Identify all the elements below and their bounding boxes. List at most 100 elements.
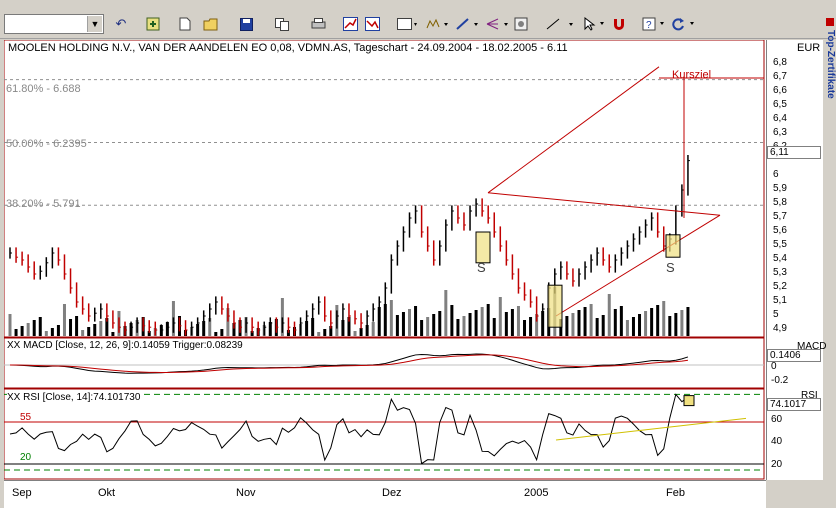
price-tick: 6 — [773, 169, 779, 180]
volume-bar — [650, 308, 654, 336]
copy-icon[interactable] — [272, 14, 292, 34]
volume-bar — [341, 320, 345, 336]
new-doc-icon[interactable] — [176, 14, 194, 34]
volume-bar — [87, 327, 91, 336]
currency-label: EUR — [797, 42, 821, 54]
fork-icon[interactable] — [484, 14, 512, 34]
price-panel-border — [4, 40, 765, 338]
trendline-lower — [555, 214, 721, 317]
rsi-axis-40: 40 — [771, 436, 783, 447]
fib-level-50: 50.00% - 6.2395 — [6, 138, 87, 150]
volume-bar — [353, 331, 357, 336]
back-icon[interactable]: ↶ — [112, 14, 130, 34]
close-icon[interactable] — [826, 18, 834, 26]
reload-icon[interactable] — [670, 14, 698, 34]
volume-bar — [432, 314, 436, 336]
trendline-upper — [487, 192, 721, 216]
volume-bar — [468, 313, 472, 336]
time-label-2005: 2005 — [524, 487, 549, 499]
price-tick: 5,8 — [773, 197, 787, 208]
volume-bar — [680, 310, 684, 336]
macd-label: XX MACD [Close, 12, 26, 9]:0.14059 Trigg… — [7, 340, 243, 351]
rsi-highlight-box — [683, 395, 695, 407]
refresh-icon[interactable] — [144, 14, 162, 34]
chart-next-icon[interactable] — [362, 14, 382, 34]
volume-bar — [644, 311, 648, 336]
volume-bar — [613, 309, 617, 336]
volume-bar — [631, 317, 635, 336]
kursziel-label: Kursziel — [672, 69, 712, 81]
volume-bar — [638, 314, 642, 336]
volume-bar — [492, 318, 496, 336]
volume-bar — [26, 323, 30, 336]
chart-prev-icon[interactable] — [340, 14, 360, 34]
volume-bar — [619, 306, 623, 336]
pattern-label-s1: S — [477, 260, 486, 275]
volume-bar — [99, 321, 103, 336]
rsi-axis-20: 20 — [771, 459, 783, 470]
volume-bar — [662, 301, 666, 336]
indicator-icon[interactable] — [424, 14, 452, 34]
volume-bar — [462, 316, 466, 336]
volume-bar — [214, 332, 218, 336]
volume-bar — [456, 319, 460, 336]
settings-icon[interactable] — [512, 14, 530, 34]
save-icon[interactable] — [236, 14, 256, 34]
price-tick: 5,3 — [773, 267, 787, 278]
volume-bar — [601, 315, 605, 336]
volume-bar — [529, 317, 533, 336]
chart-canvas[interactable] — [4, 40, 766, 480]
volume-bar — [504, 312, 508, 336]
macd-axis-zero: 0 — [771, 361, 777, 372]
volume-bar — [75, 316, 79, 336]
fib-level-618: 61.80% - 6.688 — [6, 83, 81, 95]
volume-bar — [595, 318, 599, 336]
price-tick: 5,6 — [773, 225, 787, 236]
volume-bar — [32, 320, 36, 336]
rsi-axis-60: 60 — [771, 414, 783, 425]
trend-icon[interactable] — [454, 14, 482, 34]
volume-bar — [323, 329, 327, 336]
window-icon[interactable] — [394, 14, 422, 34]
price-tick: 6,6 — [773, 85, 787, 96]
help-icon[interactable]: ? — [640, 14, 668, 34]
volume-bar — [20, 326, 24, 336]
macd-trigger-line — [9, 354, 689, 373]
volume-bar — [359, 328, 363, 336]
time-label-nov: Nov — [236, 487, 256, 499]
volume-bar — [480, 307, 484, 336]
time-label-feb: Feb — [666, 487, 685, 499]
side-tab-label[interactable]: Top-Zertifikate — [825, 30, 836, 110]
volume-bar — [668, 316, 672, 336]
magnet-icon[interactable] — [610, 14, 628, 34]
symbol-combo[interactable]: ▼ — [4, 14, 104, 34]
last-price-box: 6,11 — [767, 146, 821, 159]
open-folder-icon[interactable] — [200, 14, 222, 34]
print-icon[interactable] — [308, 14, 328, 34]
chart-title: MOOLEN HOLDING N.V., VAN DER AANDELEN EO… — [8, 42, 568, 54]
line-tool-icon[interactable] — [542, 14, 578, 34]
svg-text:?: ? — [646, 20, 652, 31]
volume-bar — [426, 317, 430, 336]
volume-bar — [625, 320, 629, 336]
time-label-dez: Dez — [382, 487, 402, 499]
pattern-label-s2: S — [666, 260, 675, 275]
price-tick: 5,2 — [773, 281, 787, 292]
volume-bar — [583, 307, 587, 336]
right-axis: EUR 6,86,76,66,56,46,36,265,95,85,75,65,… — [766, 40, 826, 480]
chevron-down-icon[interactable]: ▼ — [87, 16, 102, 32]
pattern-box-s2 — [665, 234, 681, 258]
toolbar: ▼ ↶ ? — [0, 0, 836, 39]
price-tick: 5,7 — [773, 211, 787, 222]
volume-bar — [111, 332, 115, 336]
chart-area[interactable]: MOOLEN HOLDING N.V., VAN DER AANDELEN EO… — [4, 40, 766, 480]
volume-bar — [69, 319, 73, 336]
volume-bar — [516, 306, 520, 336]
volume-bar — [577, 310, 581, 336]
time-axis: Sep Okt Nov Dez 2005 Feb — [4, 480, 766, 508]
volume-bar — [38, 317, 42, 336]
volume-bar — [8, 314, 12, 336]
price-tick: 6,7 — [773, 71, 787, 82]
cursor-icon[interactable] — [580, 14, 608, 34]
price-tick: 5,9 — [773, 183, 787, 194]
